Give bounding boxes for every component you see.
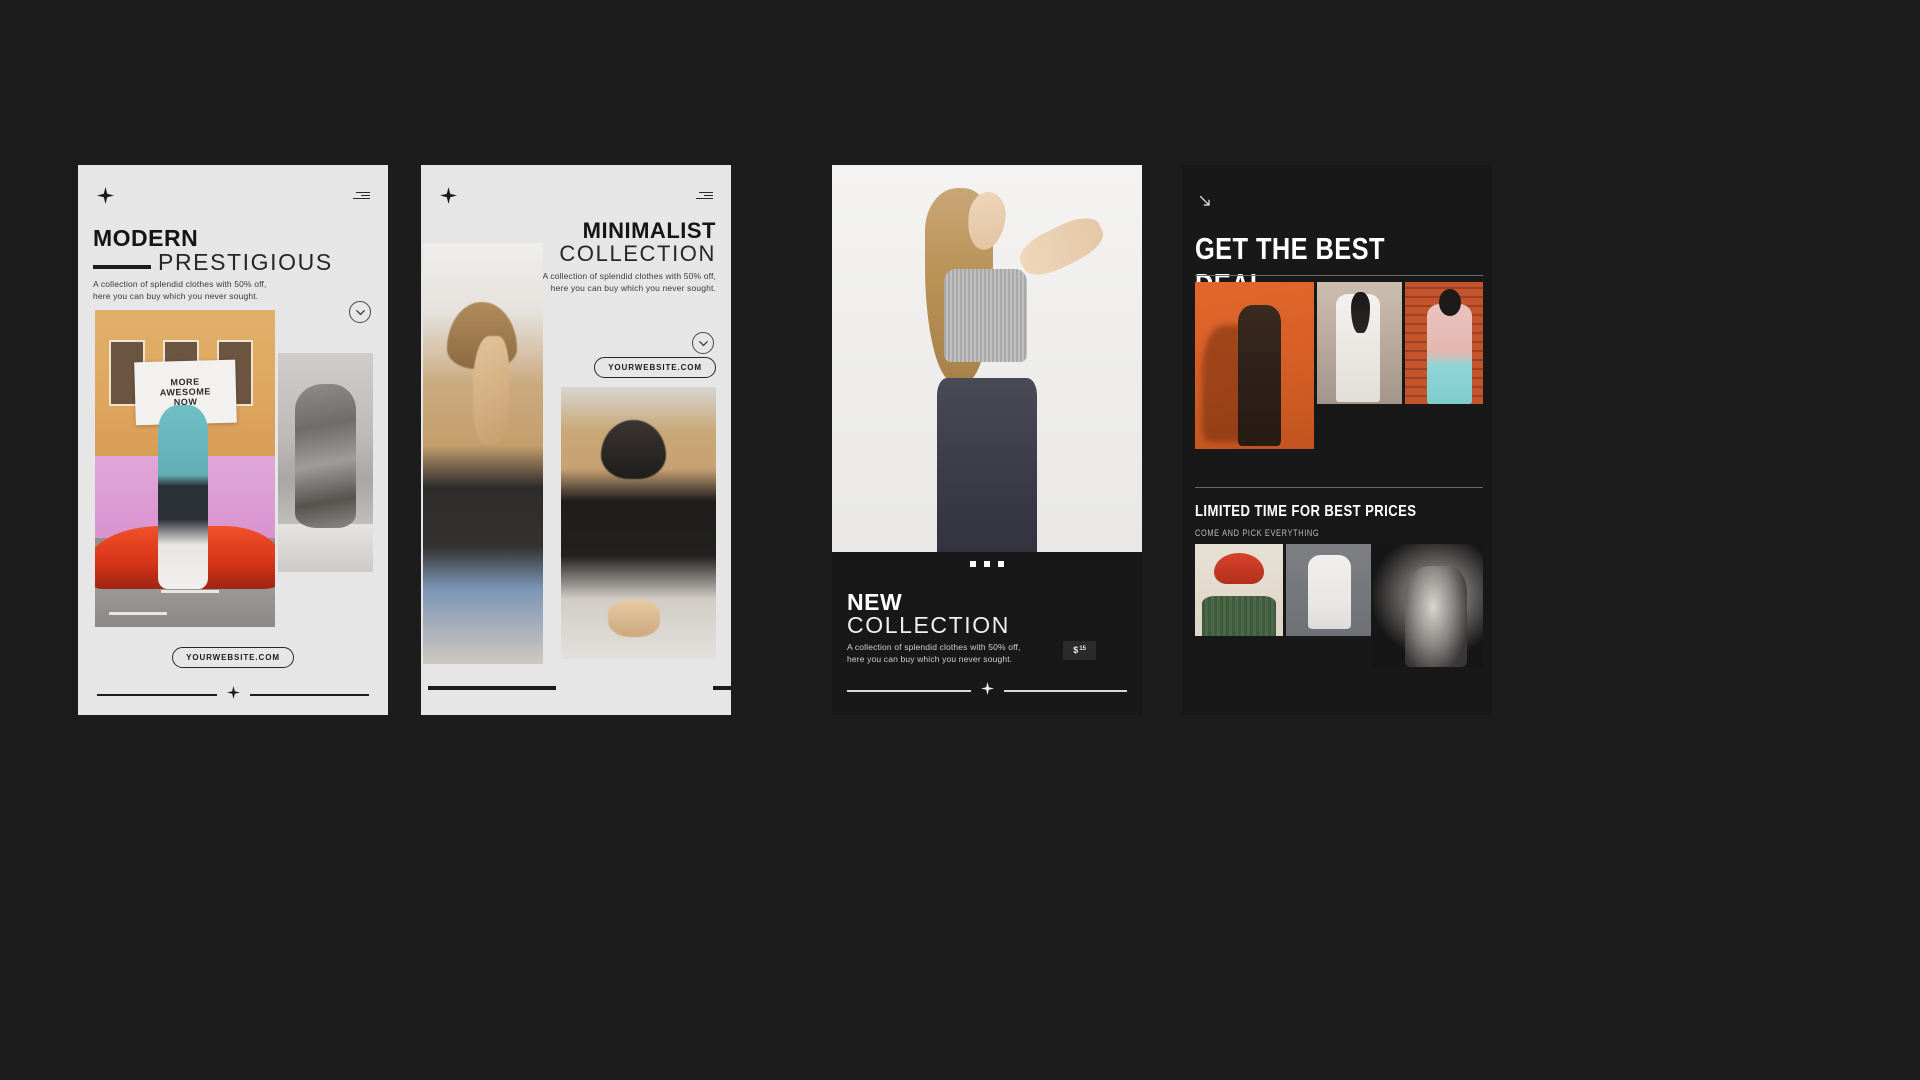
four-point-star-icon [440, 187, 457, 204]
carousel-dot[interactable] [970, 561, 976, 567]
green-sweater [1202, 595, 1276, 636]
card2-chevron-button[interactable] [692, 332, 714, 354]
card2-title-thin: COLLECTION [559, 241, 716, 266]
story-card-get-the-best-deal[interactable]: GET THE BEST DEAL LIMITED TIME FOR BEST … [1182, 165, 1492, 715]
card4-photo-white-outfit[interactable] [1317, 282, 1402, 404]
card2-photo-strip-left[interactable] [423, 243, 543, 664]
card1-description-line2: here you can buy which you never sought. [93, 291, 259, 301]
flowing-dress [295, 383, 356, 529]
card4-rule-mid [1195, 487, 1483, 488]
mini-lines-icon[interactable] [696, 192, 713, 199]
card2-website-pill-wrap: YOURWEBSITE.COM [594, 357, 716, 378]
price-currency: $ [1073, 645, 1079, 655]
card4-rule-top [1195, 275, 1483, 276]
card4-subtitle-wrap: LIMITED TIME FOR BEST PRICES [1195, 503, 1475, 521]
card4-photo-brick-wall[interactable] [1405, 282, 1483, 404]
red-bucket-hat [1214, 553, 1264, 585]
card2-description-line1: A collection of splendid clothes with 50… [542, 271, 716, 281]
card4-photo-red-hat[interactable] [1195, 544, 1283, 636]
card3-description-line2: here you can buy which you never sought. [847, 654, 1013, 664]
card2-photo-strip-right[interactable] [561, 387, 716, 659]
navy-trousers [937, 377, 1037, 552]
card3-carousel-dots[interactable] [832, 561, 1142, 567]
figure [1405, 566, 1468, 667]
divider-line-right [1003, 690, 1127, 692]
carousel-dot[interactable] [984, 561, 990, 567]
card1-website-pill[interactable]: YOURWEBSITE.COM [172, 647, 294, 668]
divider-line-left [97, 694, 217, 696]
sign-line-1: MORE [169, 375, 200, 387]
four-point-star-icon [980, 682, 994, 700]
card1-title-thin: PRESTIGIOUS [158, 249, 333, 275]
grey-knit-crop-top [943, 269, 1028, 363]
dark-hair [1351, 291, 1370, 334]
price-superscript: 15 [1079, 646, 1086, 652]
card4-photo-orange-dancer[interactable] [1195, 282, 1314, 449]
card1-bottom-divider [97, 686, 369, 704]
mini-lines-icon[interactable] [353, 192, 370, 199]
story-card-new-collection[interactable]: NEW COLLECTION A collection of splendid … [832, 165, 1142, 715]
card4-photo-bw-portrait[interactable] [1372, 544, 1483, 667]
divider-line-left [847, 690, 971, 692]
divider-line-right [249, 694, 369, 696]
card1-title-bold: MODERN [93, 225, 199, 251]
card3-title-thin: COLLECTION [847, 612, 1010, 638]
four-point-star-icon [97, 187, 114, 204]
card2-bottom-bar-right [713, 686, 731, 690]
card3-price-badge[interactable]: $15 [1063, 641, 1096, 660]
canvas: MODERN PRESTIGIOUS A collection of splen… [0, 0, 1920, 1080]
arrow-down-right-icon[interactable] [1197, 193, 1213, 214]
carousel-dot[interactable] [998, 561, 1004, 567]
card1-description-line1: A collection of splendid clothes with 50… [93, 279, 267, 289]
road-crosswalk [95, 585, 275, 627]
card3-photo-blonde-model[interactable] [832, 165, 1142, 552]
model-teal-jacket [158, 405, 209, 589]
card3-description-line1: A collection of splendid clothes with 50… [847, 642, 1021, 652]
figure [1237, 305, 1281, 446]
figure [1308, 555, 1351, 629]
card1-photo-street-fashion[interactable]: MORE AWESOME NOW [95, 310, 275, 627]
hand-blur [607, 599, 661, 638]
sign-line-2: AWESOME [159, 386, 211, 398]
card4-subtitle-bold: LIMITED TIME FOR BEST PRICES [1195, 503, 1417, 520]
arm-blur [473, 335, 510, 446]
card3-title-bold: NEW [847, 589, 903, 615]
figure [1426, 303, 1473, 404]
card4-subtitle-small-wrap: COME AND PICK EVERYTHING [1195, 523, 1475, 541]
card2-title-bold: MINIMALIST [582, 218, 716, 243]
card4-photo-grey-hoodie[interactable] [1286, 544, 1371, 636]
card2-description-line2: here you can buy which you never sought. [550, 283, 716, 293]
card1-title-rule [93, 265, 151, 269]
four-point-star-icon [226, 686, 240, 704]
card1-photo-bw-dress[interactable] [278, 353, 373, 572]
card4-subtitle-small: COME AND PICK EVERYTHING [1195, 528, 1320, 538]
card2-bottom-bar-left [428, 686, 556, 690]
head-blur [601, 419, 667, 480]
sand-ground [278, 523, 373, 572]
card2-website-pill[interactable]: YOURWEBSITE.COM [594, 357, 716, 378]
raised-arm [1013, 209, 1109, 283]
card3-bottom-divider [847, 682, 1127, 700]
story-card-minimalist-collection[interactable]: MINIMALIST COLLECTION A collection of sp… [421, 165, 731, 715]
card1-chevron-button[interactable] [349, 301, 371, 323]
story-card-modern-prestigious[interactable]: MODERN PRESTIGIOUS A collection of splen… [78, 165, 388, 715]
card1-website-pill-wrap: YOURWEBSITE.COM [78, 647, 388, 668]
